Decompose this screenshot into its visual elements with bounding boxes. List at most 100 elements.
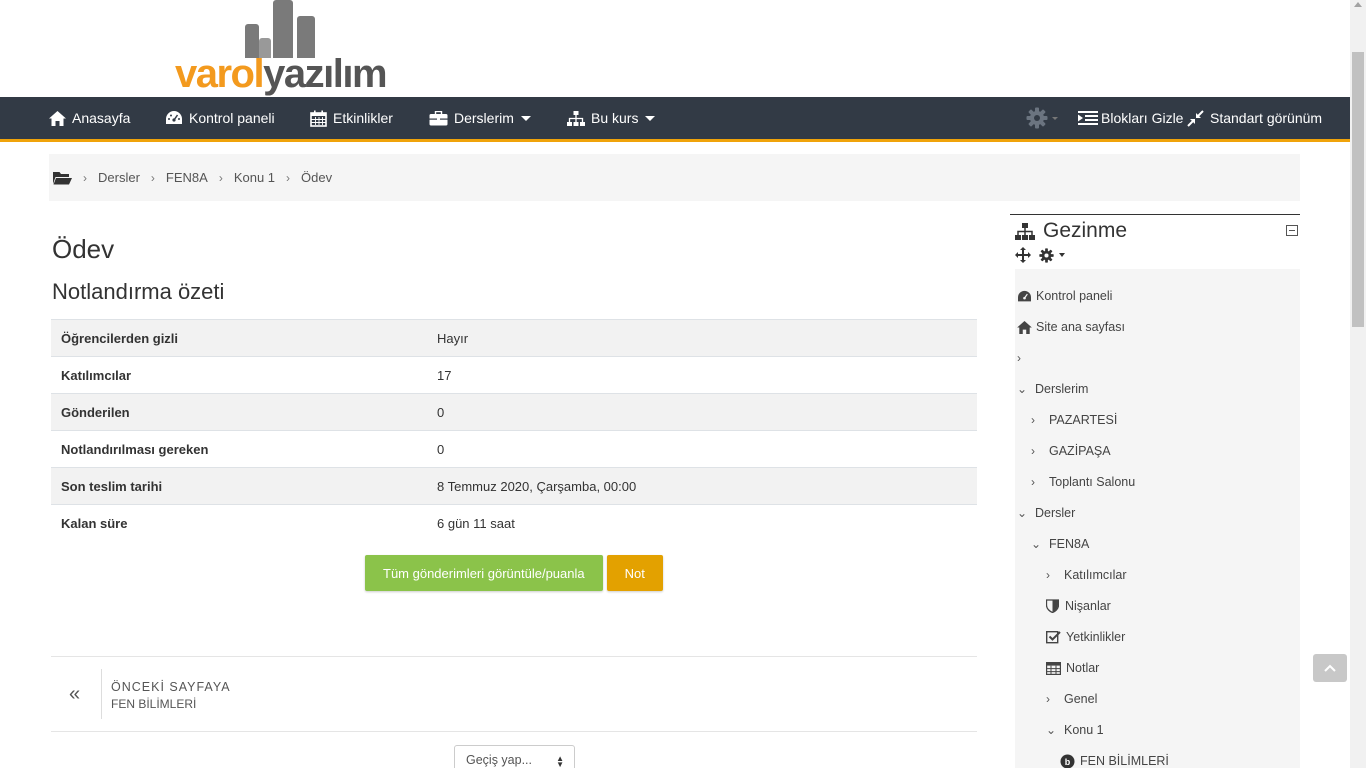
tree-item-meeting-room[interactable]: › Toplantı Salonu [1031, 472, 1135, 492]
collapse-icon[interactable] [1286, 225, 1298, 236]
tree-item-label: Dersler [1035, 506, 1076, 520]
chevron-right-icon: › [1046, 568, 1050, 582]
chevron-right-icon: › [150, 170, 155, 185]
tree-item-topic-1[interactable]: ⌄ Konu 1 [1046, 720, 1104, 740]
check-square-icon [1046, 631, 1061, 644]
gear-icon[interactable] [1039, 247, 1054, 263]
double-chevron-left-icon: « [69, 683, 81, 705]
view-all-submissions-button[interactable]: Tüm gönderimleri görüntüle/puanla [365, 555, 603, 591]
tree-item-label: Nişanlar [1065, 599, 1111, 613]
tree-item-courses[interactable]: ⌄ Dersler [1017, 503, 1075, 523]
summary-value: 0 [427, 393, 977, 431]
tree-item-gazipasa[interactable]: › GAZİPAŞA [1031, 441, 1111, 461]
page-title: Ödev [52, 234, 115, 264]
page-scrollbar[interactable] [1350, 0, 1366, 768]
table-icon [1046, 661, 1061, 675]
dashboard-icon [1018, 290, 1031, 301]
standard-view-button[interactable]: Standart görünüm [1187, 97, 1322, 139]
tree-item-bbb-activity[interactable]: b FEN BİLİMLERİ [1060, 751, 1169, 768]
logo-text-part1: varol [175, 52, 265, 96]
grading-summary-table: Öğrencilerden gizli Hayır Katılımcılar 17 … [51, 319, 977, 542]
main-content: Ödev Notlandırma özeti Öğrencilerden giz… [51, 225, 977, 591]
tree-item-competencies[interactable]: Yetkinlikler [1046, 627, 1125, 647]
select-arrows-icon: ▲ ▼ [556, 754, 564, 768]
tree-item-dashboard[interactable]: Kontrol paneli [1017, 286, 1112, 306]
move-icon[interactable] [1015, 247, 1031, 263]
bigbluebutton-icon: b [1060, 754, 1075, 768]
nav-my-courses-label: Derslerim [454, 110, 514, 126]
tree-item-my-courses[interactable]: ⌄ Derslerim [1017, 379, 1088, 399]
tree-item-site-home[interactable]: Site ana sayfası [1017, 317, 1125, 337]
chevron-down-icon: ⌄ [1017, 506, 1028, 520]
chevron-right-icon: › [1017, 351, 1021, 365]
compress-icon [1187, 109, 1204, 127]
home-icon [1017, 320, 1032, 334]
main-navbar: Anasayfa Kontrol paneli Etkinlikler Ders… [0, 97, 1350, 142]
page: varolyazılım Anasayfa Kontrol paneli Etk… [0, 0, 1366, 768]
settings-menu[interactable] [1026, 97, 1058, 139]
summary-value: 6 gün 11 saat [427, 504, 977, 542]
scroll-to-top-button[interactable] [1313, 654, 1347, 682]
breadcrumb: › Dersler › FEN8A › Konu 1 › Ödev [49, 154, 1300, 201]
tree-item-badges[interactable]: Nişanlar [1046, 596, 1111, 616]
nav-home[interactable]: Anasayfa [49, 97, 130, 139]
folder-open-icon[interactable] [53, 170, 72, 185]
chevron-right-icon: › [286, 170, 291, 185]
breadcrumb-item-course[interactable]: FEN8A [166, 170, 208, 185]
breadcrumb-item-current[interactable]: Ödev [301, 170, 332, 185]
standard-view-label: Standart görünüm [1210, 110, 1323, 126]
tree-item-general[interactable]: › Genel [1046, 689, 1097, 709]
table-row: Öğrencilerden gizli Hayır [51, 319, 977, 357]
summary-key: Kalan süre [51, 504, 427, 542]
tree-item-label: Site ana sayfası [1036, 320, 1125, 334]
chevron-right-icon: › [1031, 444, 1035, 458]
site-logo[interactable]: varolyazılım [175, 0, 400, 97]
logo-buildings-icon [245, 0, 325, 58]
tree-item-label: Genel [1064, 692, 1098, 706]
action-buttons: Tüm gönderimleri görüntüle/puanla Not [365, 555, 663, 591]
scroll-up-arrow-icon[interactable] [1354, 2, 1362, 7]
site-header: varolyazılım [0, 0, 1350, 97]
summary-value: 17 [427, 356, 977, 394]
hide-blocks-button[interactable]: Blokları Gizle [1078, 97, 1183, 139]
indent-icon [1078, 111, 1098, 125]
chevron-down-icon [645, 115, 656, 121]
grading-summary-title: Notlandırma özeti [52, 279, 225, 304]
tree-item-grades[interactable]: Notlar [1046, 658, 1099, 678]
chevron-down-icon [1052, 116, 1058, 120]
chevron-down-icon: ⌄ [1017, 382, 1028, 396]
jump-to-select[interactable]: Geçiş yap... ▲ ▼ [454, 745, 575, 768]
previous-page-label: ÖNCEKİ SAYFAYA [111, 680, 231, 694]
grade-button[interactable]: Not [606, 555, 663, 591]
chevron-right-icon: › [1031, 475, 1035, 489]
tree-item-label: Notlar [1066, 661, 1100, 675]
nav-calendar[interactable]: Etkinlikler [310, 97, 393, 139]
summary-key: Öğrencilerden gizli [51, 319, 427, 357]
breadcrumb-item-dersler[interactable]: Dersler [98, 170, 140, 185]
nav-this-course-dropdown[interactable]: Bu kurs [567, 97, 656, 139]
svg-text:b: b [1065, 757, 1071, 767]
tree-item-collapsed[interactable]: › [1017, 348, 1035, 368]
scrollbar-thumb[interactable] [1352, 52, 1364, 327]
block-header: Gezinme [1015, 219, 1127, 243]
tree-item-label: Konu 1 [1064, 723, 1104, 737]
summary-key: Katılımcılar [51, 356, 427, 394]
table-row: Notlandırılması gereken 0 [51, 430, 977, 468]
tree-item-participants[interactable]: › Katılımcılar [1046, 565, 1127, 585]
chevron-down-icon [520, 115, 531, 121]
summary-value: 8 Temmuz 2020, Çarşamba, 00:00 [427, 467, 977, 505]
logo-text: varolyazılım [175, 52, 388, 96]
tree-item-course-fen8a[interactable]: ⌄ FEN8A [1031, 534, 1089, 554]
tree-item-pazartesi[interactable]: › PAZARTESİ [1031, 410, 1117, 430]
nav-my-courses-dropdown[interactable]: Derslerim [429, 97, 531, 139]
previous-activity-link[interactable]: « ÖNCEKİ SAYFAYA FEN BİLİMLERİ [51, 656, 977, 732]
nav-dashboard[interactable]: Kontrol paneli [165, 97, 275, 139]
calendar-icon [310, 110, 327, 127]
chevron-down-icon[interactable] [1059, 253, 1065, 257]
table-row: Katılımcılar 17 [51, 356, 977, 394]
table-row: Son teslim tarihi 8 Temmuz 2020, Çarşamba… [51, 467, 977, 505]
breadcrumb-item-section[interactable]: Konu 1 [234, 170, 275, 185]
hide-blocks-label: Blokları Gizle [1101, 110, 1184, 126]
summary-value: Hayır [427, 319, 977, 357]
briefcase-icon [429, 110, 448, 125]
